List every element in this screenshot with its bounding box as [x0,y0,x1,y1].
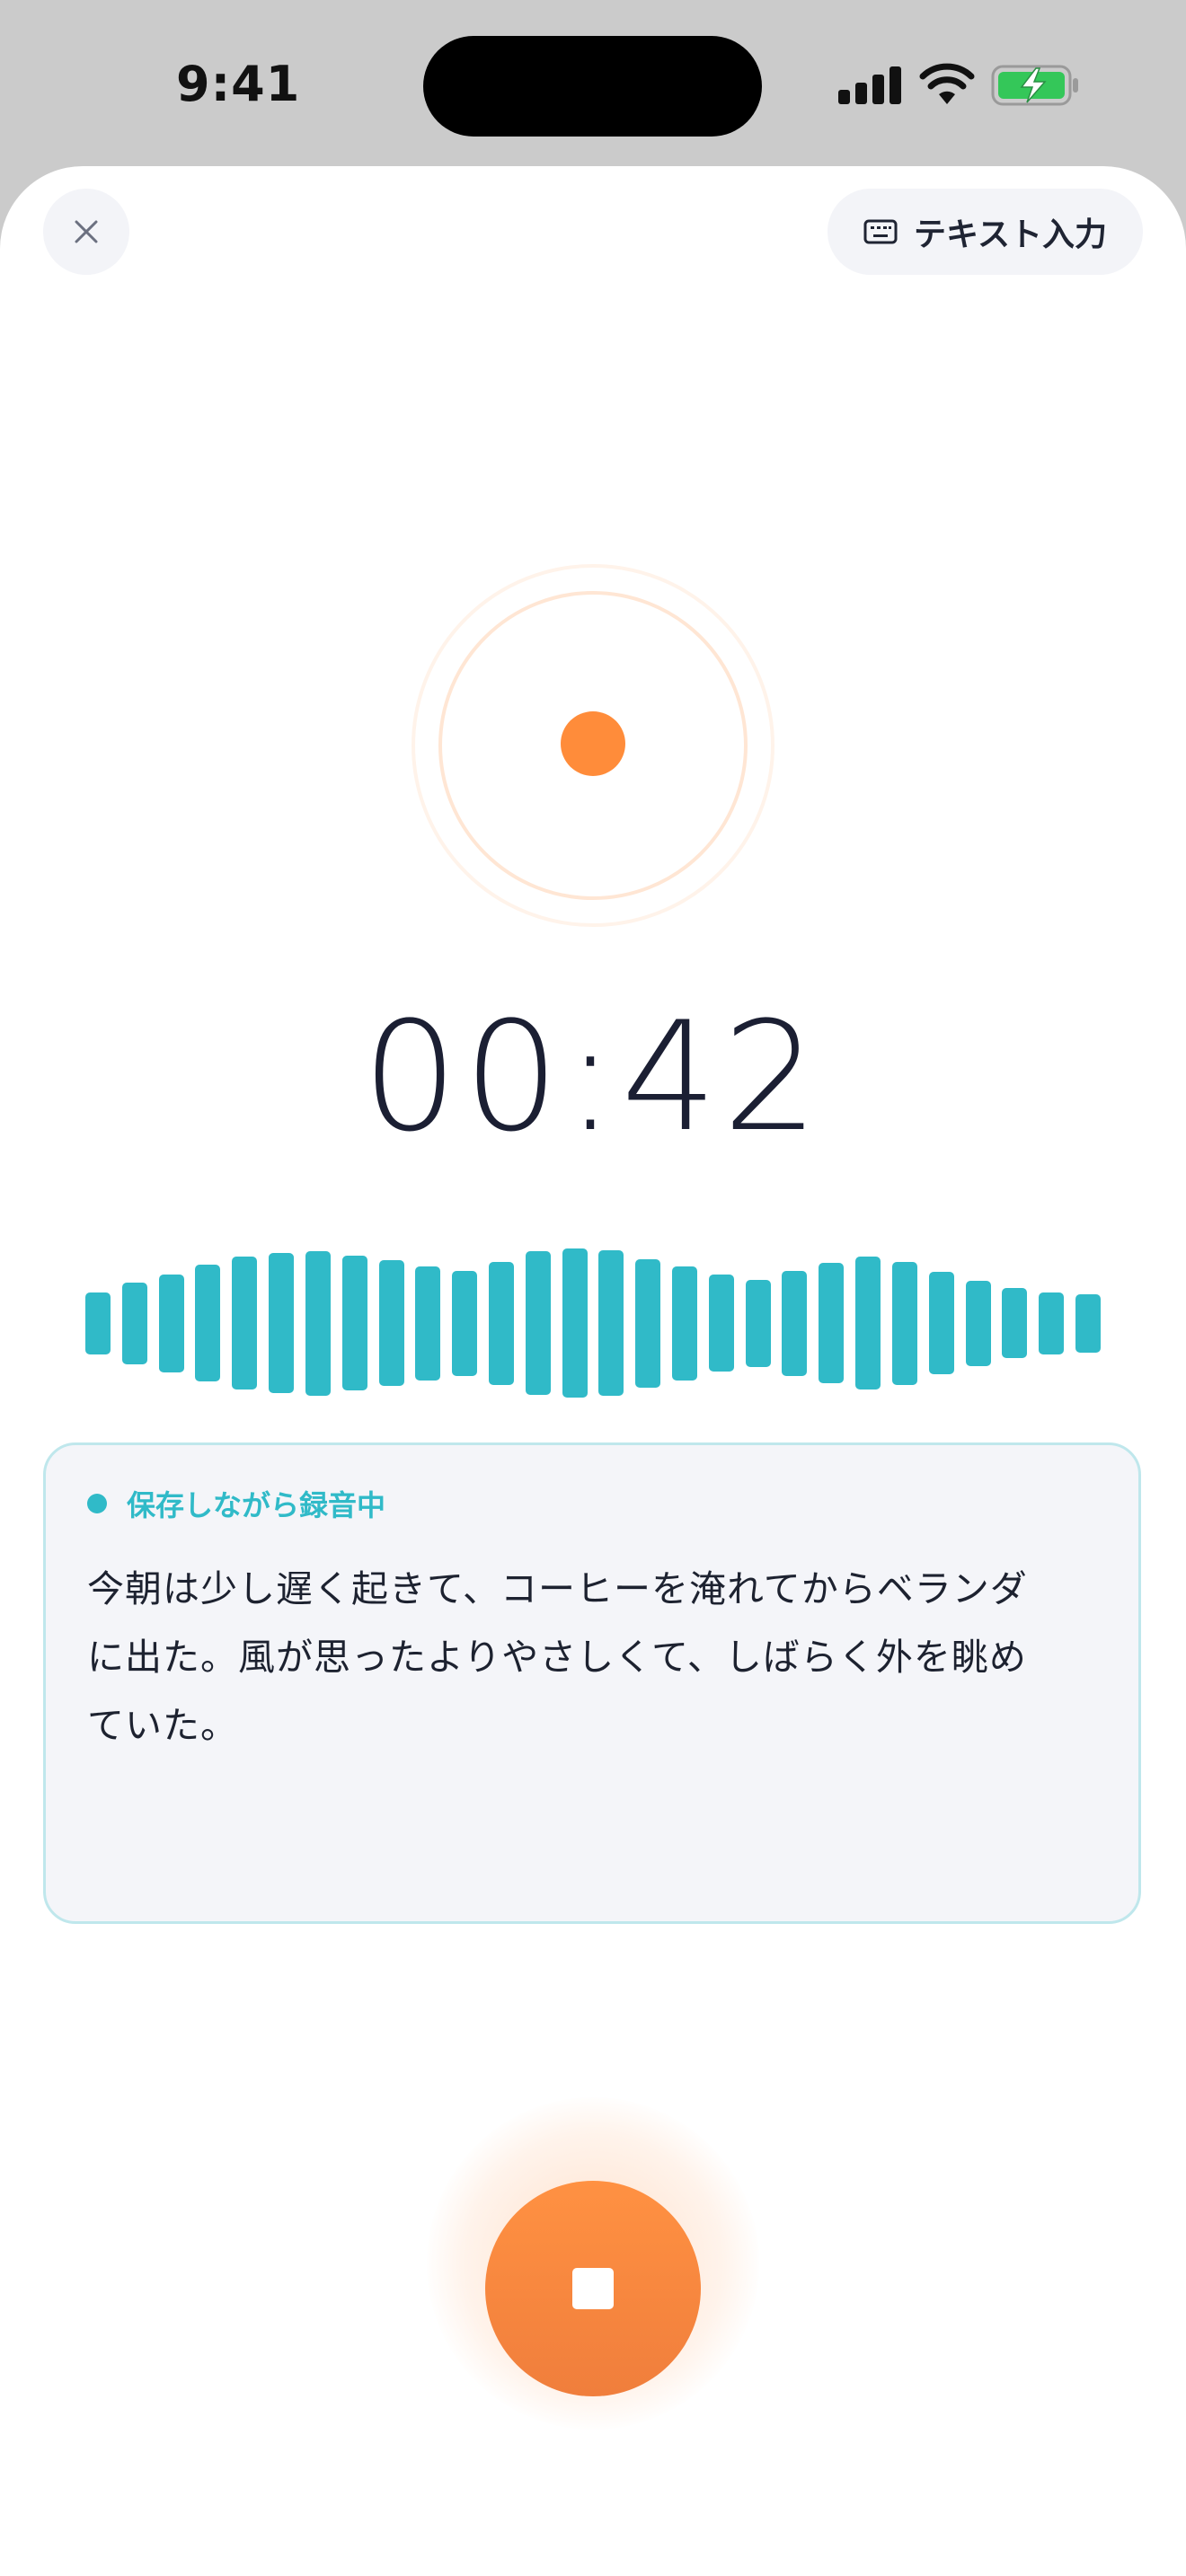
waveform-bar [452,1271,477,1376]
recording-indicator [412,564,774,927]
transcript-line: に出た。風が思ったよりやさしくて、しばらく外を眺め [87,1636,1027,1679]
audio-waveform [85,1248,1101,1398]
waveform-bar [122,1283,147,1364]
recording-timer: 00:42 [361,989,825,1165]
waveform-bar [782,1271,807,1376]
stop-button[interactable] [485,2181,701,2396]
status-time: 9:41 [176,56,301,112]
waveform-bar [195,1265,220,1381]
waveform-bar [929,1272,954,1374]
transcript-line: ていた。 [87,1704,238,1747]
waveform-bar [415,1266,440,1381]
status-dot [87,1494,107,1513]
text-input-label: テキスト入力 [914,216,1107,253]
waveform-bar [819,1263,844,1383]
waveform-bar [1039,1292,1064,1354]
waveform-bar [635,1259,660,1388]
waveform-bar [269,1253,294,1393]
waveform-bar [526,1251,551,1395]
keyboard-icon [863,219,898,244]
close-button[interactable] [43,189,129,275]
waveform-bar [892,1262,917,1385]
signal-icon [838,66,901,104]
status-icons [838,63,1081,108]
text-input-button[interactable]: テキスト入力 [828,189,1143,275]
waveform-bar [709,1275,734,1372]
waveform-bar [746,1280,771,1367]
waveform-bar [379,1260,404,1386]
waveform-bar [159,1275,184,1372]
waveform-bar [342,1256,367,1390]
transcript-text: 今朝は少し遅く起きて、コーヒーを淹れてからベランダ に出た。風が思ったよりやさし… [87,1555,1097,1760]
dynamic-island [423,36,762,137]
close-icon [75,220,98,243]
waveform-bar [598,1250,624,1396]
waveform-bar [305,1251,331,1396]
waveform-bar [85,1292,111,1354]
recording-dot [561,711,625,776]
recording-status-label: 保存しながら録音中 [127,1488,386,1522]
wifi-icon [919,63,975,104]
stop-icon [572,2268,614,2309]
waveform-bar [489,1262,514,1385]
waveform-bar [1002,1288,1027,1358]
waveform-bar [232,1257,257,1389]
recording-status: 保存しながら録音中 [87,1483,1097,1524]
waveform-bar [562,1248,588,1398]
waveform-bar [1075,1294,1101,1353]
transcript-line: 今朝は少し遅く起きて、コーヒーを淹れてからベランダ [87,1567,1028,1610]
waveform-bar [855,1257,881,1389]
waveform-bar [966,1281,991,1366]
battery-charging-icon [991,65,1078,106]
waveform-bar [672,1266,697,1381]
transcript-card: 保存しながら録音中 今朝は少し遅く起きて、コーヒーを淹れてからベランダ に出た。… [43,1442,1141,1924]
